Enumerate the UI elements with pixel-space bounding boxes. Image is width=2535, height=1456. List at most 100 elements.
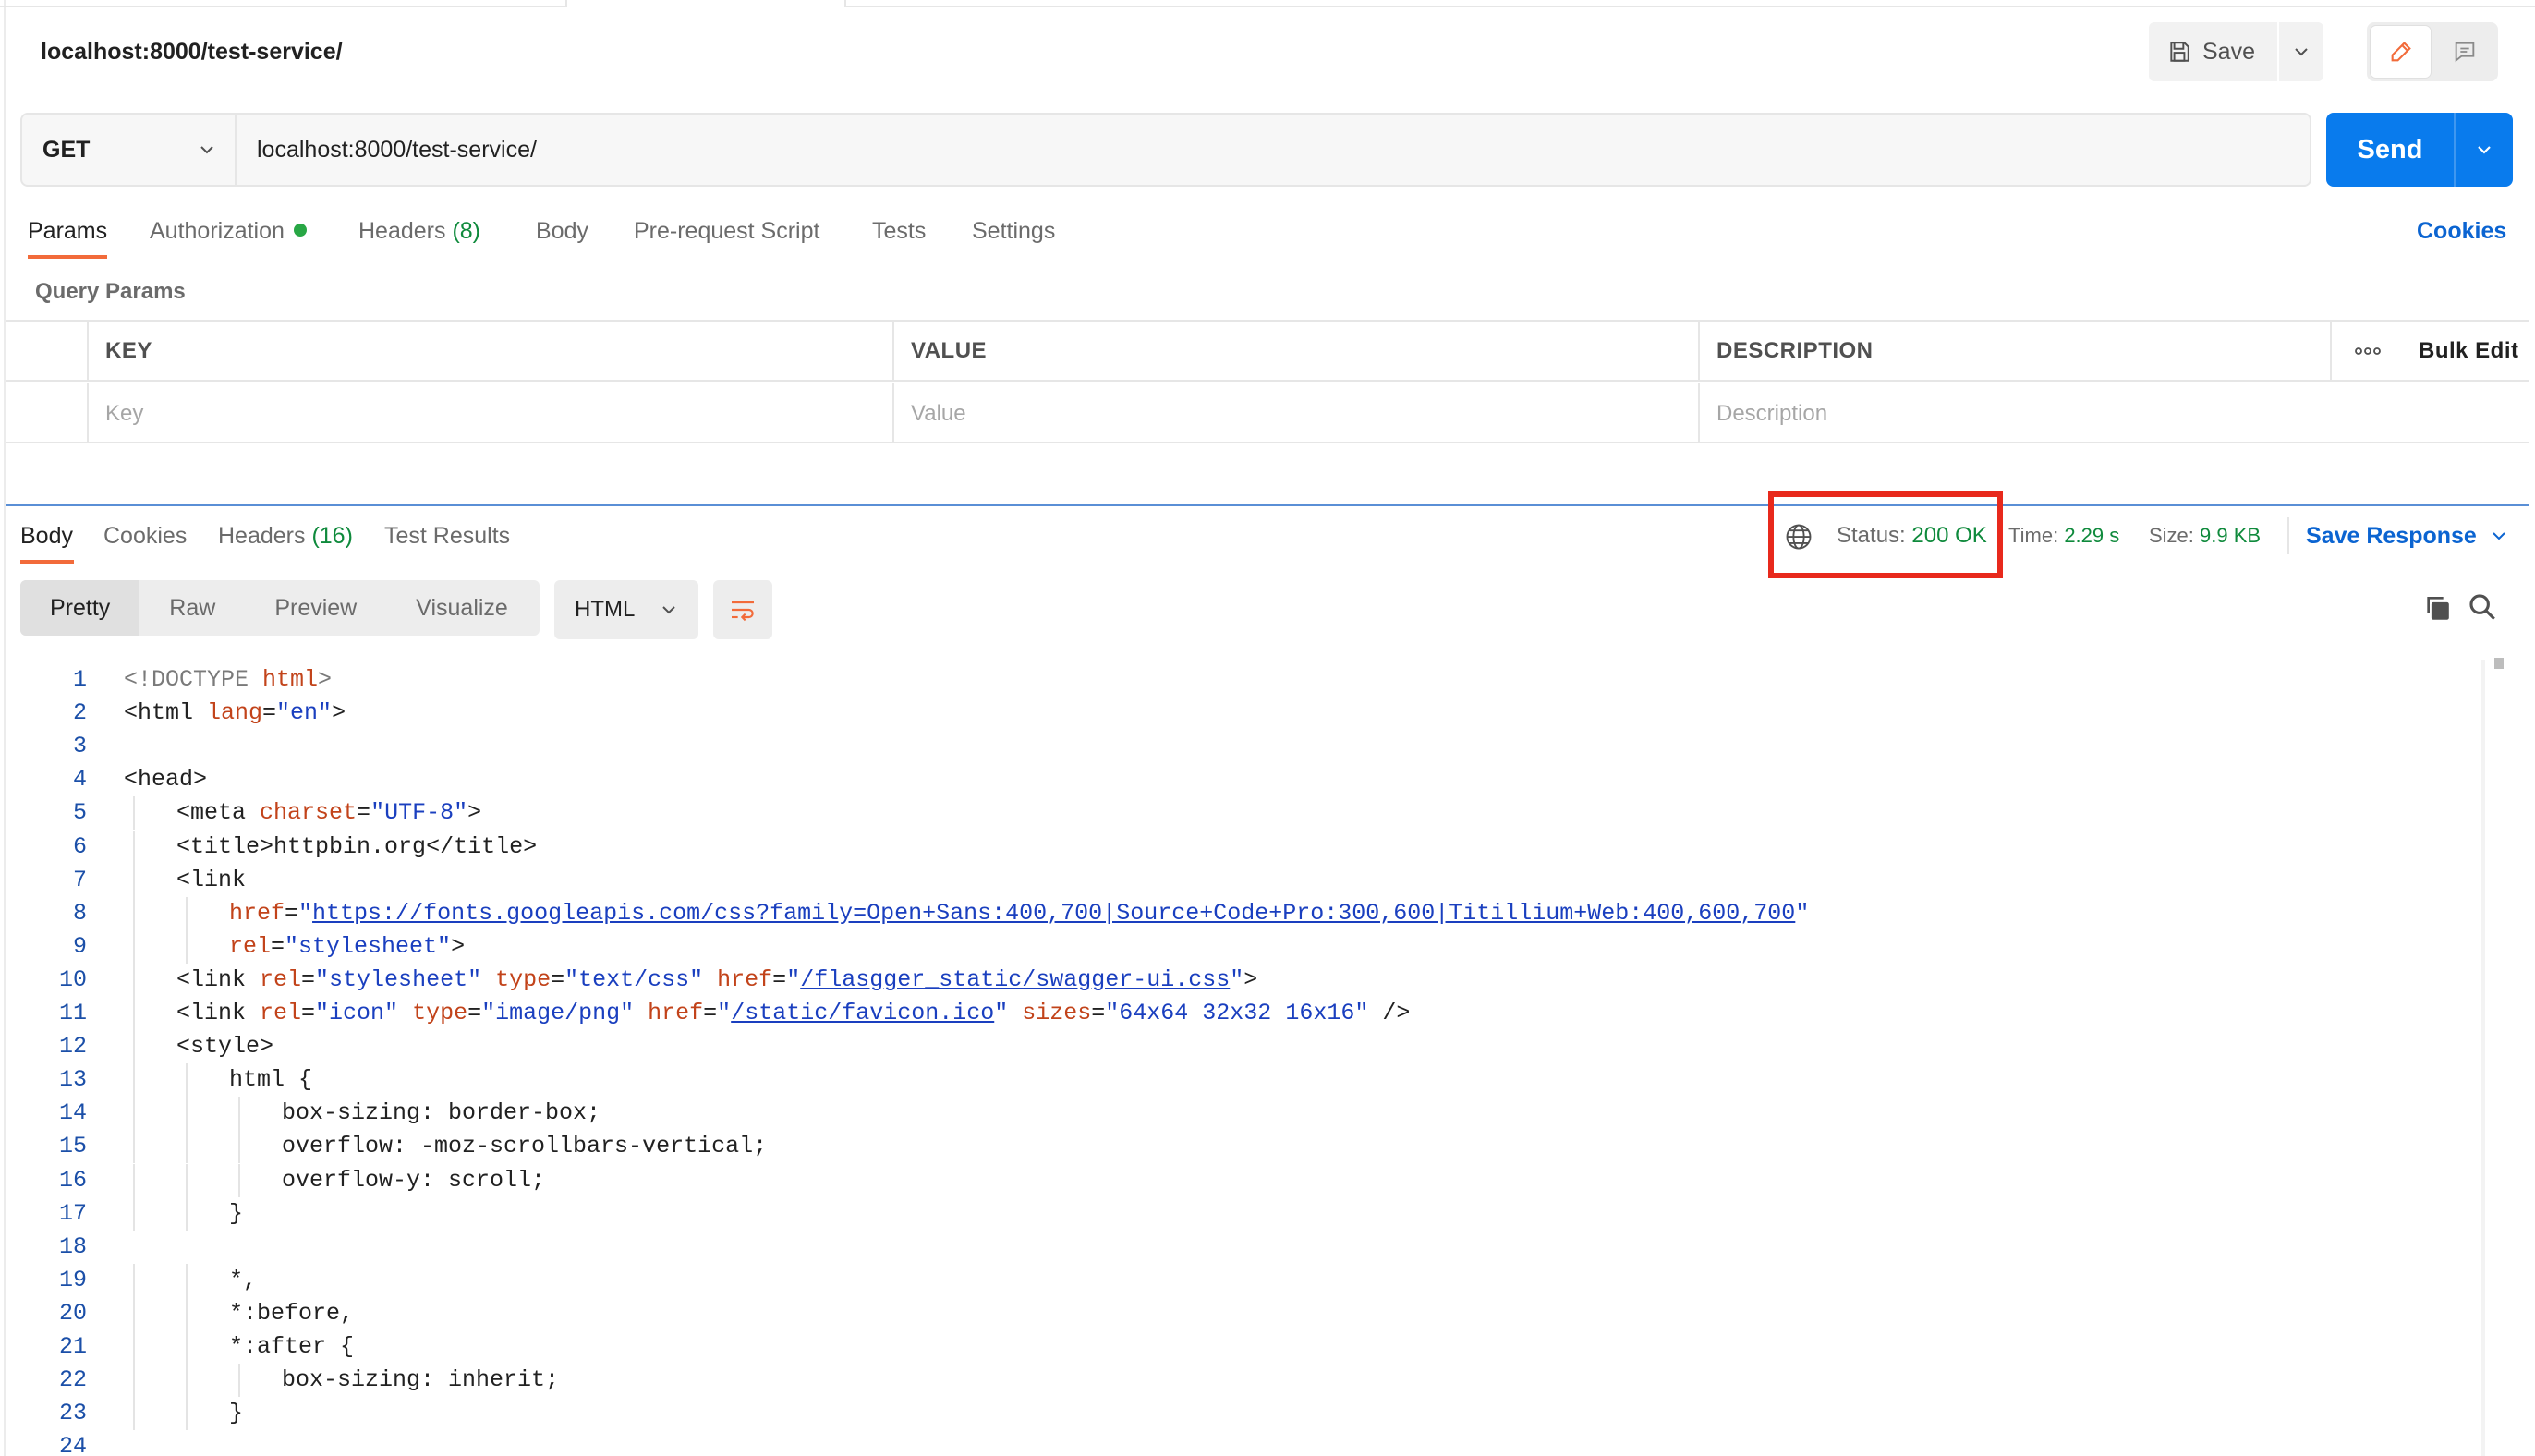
code-token: <link bbox=[176, 1000, 261, 1026]
code-line: 19 *, bbox=[6, 1263, 2485, 1297]
code-link[interactable]: /flasgger_static/swagger-ui.css bbox=[800, 966, 1230, 993]
send-button[interactable]: Send bbox=[2326, 113, 2456, 187]
indent-guide bbox=[133, 997, 135, 1030]
tab-pre-request-script[interactable]: Pre-request Script bbox=[634, 211, 819, 251]
chevron-down-icon bbox=[662, 606, 675, 614]
code-scrollbar-thumb[interactable] bbox=[2494, 658, 2504, 669]
save-response-label: Save Response bbox=[2306, 523, 2477, 549]
search-icon[interactable] bbox=[2467, 591, 2498, 623]
url-input[interactable] bbox=[237, 115, 2310, 185]
view-mode-pretty[interactable]: Pretty bbox=[20, 580, 140, 636]
indent-guide bbox=[186, 1364, 188, 1398]
active-tab-indicator[interactable] bbox=[565, 0, 846, 7]
code-token: "image/png" bbox=[481, 1000, 649, 1026]
save-button[interactable]: Save bbox=[2149, 22, 2279, 81]
indent-guide bbox=[186, 1330, 188, 1364]
tab-tests[interactable]: Tests bbox=[872, 211, 926, 251]
chevron-down-icon bbox=[200, 146, 213, 154]
indent-guide bbox=[238, 1364, 240, 1398]
send-dropdown-button[interactable] bbox=[2456, 113, 2513, 187]
tab-authorization-label: Authorization bbox=[150, 218, 285, 244]
indent-guide bbox=[133, 1097, 135, 1131]
tab-params[interactable]: Params bbox=[28, 211, 107, 251]
description-input[interactable]: Description bbox=[1698, 383, 2529, 443]
line-number: 10 bbox=[58, 965, 87, 993]
chevron-down-icon bbox=[2295, 48, 2308, 56]
cookies-link[interactable]: Cookies bbox=[2417, 211, 2506, 251]
code-token: href bbox=[717, 965, 773, 993]
response-tab-cookies[interactable]: Cookies bbox=[103, 517, 187, 554]
code-text: } bbox=[229, 1397, 243, 1430]
code-link[interactable]: /static/favicon.ico bbox=[731, 1000, 994, 1026]
save-dropdown-button[interactable] bbox=[2279, 22, 2323, 81]
time-label: Time: bbox=[2008, 524, 2059, 547]
view-mode-raw[interactable]: Raw bbox=[139, 580, 245, 636]
code-line: 21 *:after { bbox=[6, 1330, 2485, 1364]
line-number: 17 bbox=[58, 1199, 87, 1227]
metric-divider bbox=[2287, 517, 2289, 554]
line-number: 3 bbox=[72, 733, 87, 760]
edit-mode-button[interactable] bbox=[2371, 26, 2431, 78]
code-text: box-sizing: border-box; bbox=[282, 1097, 600, 1130]
indent-guide bbox=[186, 1097, 188, 1131]
view-mode-visualize[interactable]: Visualize bbox=[386, 580, 538, 636]
code-token: " bbox=[717, 1000, 732, 1026]
size-value: 9.9 KB bbox=[2200, 524, 2262, 547]
code-text: <meta charset="UTF-8"> bbox=[176, 796, 481, 830]
status-highlight-box bbox=[1768, 491, 2003, 578]
code-token: = bbox=[271, 932, 285, 960]
code-line: 12 <style> bbox=[6, 1030, 2485, 1064]
save-response-button[interactable]: Save Response bbox=[2306, 517, 2508, 554]
indent-guide bbox=[238, 1130, 240, 1164]
chevron-down-icon bbox=[2478, 146, 2491, 154]
code-line: 4 <head> bbox=[6, 763, 2485, 796]
save-label: Save bbox=[2202, 38, 2255, 65]
response-code-viewer[interactable]: 1 <!DOCTYPE html> 2 <html lang="en"> 3 4 <head… bbox=[6, 656, 2485, 1456]
line-number: 20 bbox=[58, 1299, 87, 1327]
copy-icon[interactable] bbox=[2422, 593, 2452, 623]
response-tab-headers[interactable]: Headers (16) bbox=[218, 517, 353, 554]
save-icon bbox=[2170, 42, 2189, 62]
wrap-lines-button[interactable] bbox=[713, 580, 772, 639]
chevron-down-icon bbox=[2493, 532, 2505, 540]
active-response-tab-underline bbox=[20, 560, 74, 564]
language-select[interactable]: HTML bbox=[554, 580, 698, 639]
value-input[interactable]: Value bbox=[892, 383, 1698, 443]
tab-authorization[interactable]: Authorization bbox=[150, 211, 307, 251]
code-text: <head> bbox=[124, 763, 207, 796]
key-input[interactable]: Key bbox=[87, 383, 892, 443]
code-line: 17} bbox=[6, 1196, 2485, 1231]
response-tab-body[interactable]: Body bbox=[20, 517, 73, 554]
line-number: 22 bbox=[58, 1366, 87, 1394]
method-select[interactable]: GET bbox=[22, 115, 237, 185]
code-scrollbar[interactable] bbox=[2481, 660, 2485, 1456]
code-line: 8 href="https://fonts.googleapis.com/css?… bbox=[6, 896, 2485, 930]
column-options-button[interactable] bbox=[2330, 322, 2404, 380]
request-name[interactable]: localhost:8000/test-service/ bbox=[41, 33, 343, 70]
code-text: html { bbox=[229, 1063, 312, 1097]
indent-guide bbox=[133, 1330, 135, 1364]
code-link[interactable]: https://fonts.googleapis.com/css?family=… bbox=[312, 900, 1795, 927]
tab-body[interactable]: Body bbox=[536, 211, 588, 251]
code-line: 10 <link rel="stylesheet" type="text/css"… bbox=[6, 963, 2485, 997]
code-token: "UTF-8" bbox=[370, 799, 468, 827]
code-token: html { bbox=[229, 1066, 313, 1094]
tab-headers[interactable]: Headers (8) bbox=[358, 211, 480, 251]
code-line: 20 *:before, bbox=[6, 1296, 2485, 1330]
indent-guide bbox=[133, 1263, 135, 1297]
code-token: <!DOCTYPE bbox=[124, 666, 263, 693]
bulk-edit-button[interactable]: Bulk Edit bbox=[2404, 322, 2529, 380]
code-token: type bbox=[412, 1000, 468, 1026]
code-text: <html lang="en"> bbox=[124, 697, 346, 730]
code-token: overflow: -moz-scrollbars-vertical; bbox=[282, 1133, 768, 1160]
response-tab-headers-count: (16) bbox=[311, 523, 353, 549]
indent-guide bbox=[133, 796, 135, 831]
pencil-icon bbox=[2391, 42, 2411, 62]
tab-settings[interactable]: Settings bbox=[972, 211, 1055, 251]
code-text: *, bbox=[229, 1264, 257, 1297]
response-tab-test-results[interactable]: Test Results bbox=[384, 517, 510, 554]
comment-mode-button[interactable] bbox=[2434, 26, 2494, 78]
view-mode-preview[interactable]: Preview bbox=[245, 580, 386, 636]
pane-divider[interactable] bbox=[6, 504, 2529, 506]
code-token: "en" bbox=[276, 699, 333, 727]
